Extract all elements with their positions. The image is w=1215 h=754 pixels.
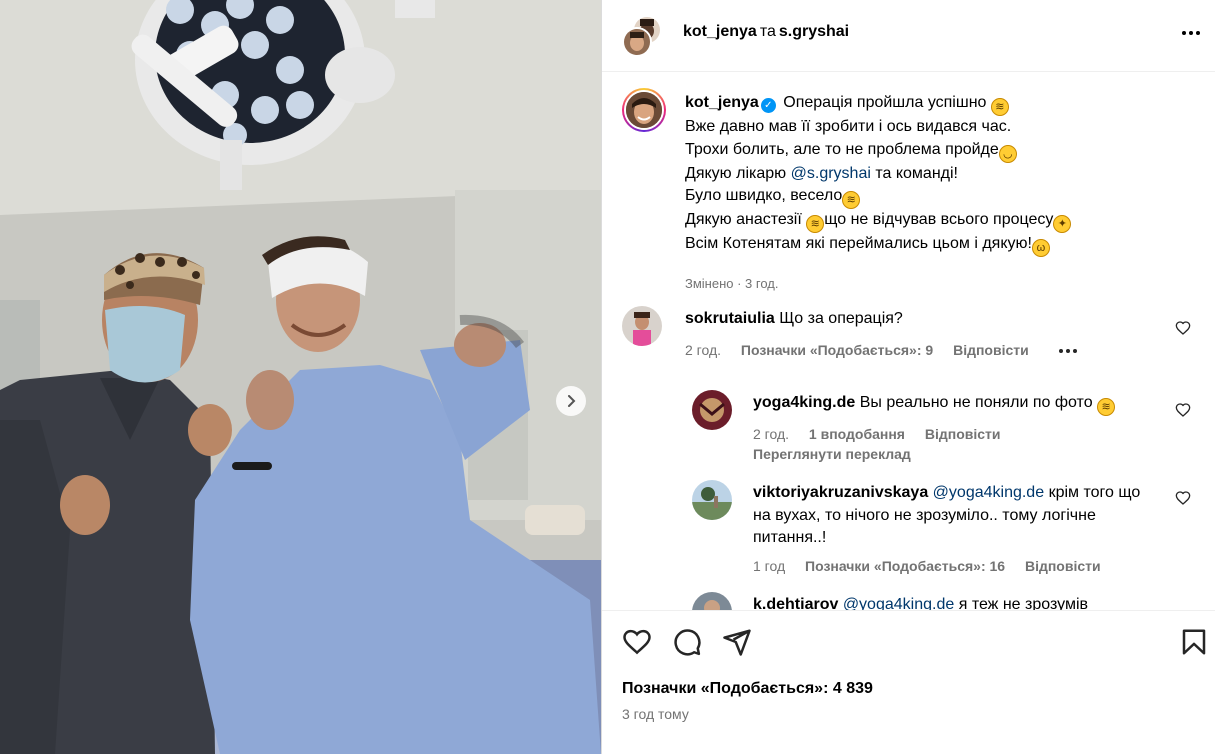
party-emoji-icon: ✦ [1053, 215, 1072, 234]
comment-body: Що за операція? [779, 310, 903, 327]
username-link[interactable]: yoga4king.de [753, 394, 855, 411]
caption-line: та команді! [875, 164, 958, 182]
cat-emoji-icon: ω [1031, 239, 1050, 258]
collab-joiner: та [759, 23, 776, 40]
comment-meta: 2 год. Позначки «Подобається»: 9 Відпові… [685, 342, 1093, 358]
caption-line: Дякую лікарю [685, 164, 787, 182]
laughing-emoji-icon: ≋ [1097, 398, 1116, 416]
caption-meta: Змінено · 3 год. [685, 276, 779, 291]
post-viewer: kot_jenya та s.gryshai kot_jenya ✓ Операція… [0, 0, 1215, 754]
avatar[interactable] [622, 306, 662, 346]
comment-reply: k.dehtiarov @yoga4king.de я теж не зрозу… [692, 592, 1202, 610]
comment-time: 1 год [753, 558, 786, 574]
caption-line: Всім Котенятам які переймались цьом і дя… [685, 235, 1032, 253]
avatar[interactable] [622, 88, 666, 132]
comment-time: 2 год. [685, 342, 722, 358]
username-link[interactable]: kot_jenya [685, 94, 759, 111]
comment-likes-link[interactable]: Позначки «Подобається»: 9 [741, 342, 933, 358]
heart-icon[interactable] [622, 627, 652, 657]
caption-line: що не відчував всього процесу [824, 211, 1054, 229]
username-link[interactable]: k.dehtiarov [753, 596, 838, 610]
comment-body: Вы реально не поняли по фото [859, 394, 1093, 411]
more-horizontal-icon[interactable] [1058, 349, 1077, 354]
reply-button[interactable]: Відповісти [953, 342, 1029, 358]
caption-line: Дякую анастезії [685, 211, 802, 229]
post-timestamp[interactable]: 3 год тому [622, 706, 689, 722]
comments-scroll-area[interactable]: kot_jenya ✓ Операція пройшла успішно ≋ Вж… [602, 72, 1215, 610]
post-details-panel: kot_jenya та s.gryshai kot_jenya ✓ Операція… [601, 0, 1215, 754]
comment: sokrutaiulia Що за операція? 2 год. Позн… [622, 306, 1202, 366]
comment-icon[interactable] [672, 627, 702, 657]
bookmark-icon[interactable] [1179, 627, 1209, 657]
avatar[interactable] [692, 390, 732, 430]
send-icon[interactable] [722, 627, 752, 657]
comment-body: питання..! [753, 529, 827, 547]
more-options-button[interactable] [1178, 20, 1204, 46]
heart-icon[interactable] [1175, 402, 1191, 418]
caption-line: Операція пройшла успішно [783, 94, 987, 111]
comment-reply: viktoriyakruzanivskaya @yoga4king.de крі… [692, 480, 1202, 580]
comment-meta: 1 год Позначки «Подобається»: 16 Відпові… [753, 558, 1117, 574]
username-link[interactable]: sokrutaiulia [685, 310, 775, 327]
avatar[interactable] [692, 592, 732, 610]
comment-reply: yoga4king.de Вы реально не поняли по фот… [692, 390, 1202, 470]
caption-text: kot_jenya ✓ Операція пройшла успішно ≋ Вж… [685, 92, 1185, 258]
caption-line: Вже давно мав її зробити і ось видався ч… [685, 118, 1012, 135]
comment-meta: 2 год. 1 вподобання Відповісти [753, 426, 1017, 442]
mention-link[interactable]: @s.gryshai [791, 165, 871, 182]
comment-text: viktoriyakruzanivskaya @yoga4king.de крі… [753, 482, 1173, 550]
comment-text: sokrutaiulia Що за операція? [685, 308, 903, 331]
avatar[interactable] [692, 480, 732, 520]
mention-link[interactable]: @yoga4king.de [933, 484, 1044, 501]
username-link[interactable]: s.gryshai [779, 23, 849, 40]
post-header: kot_jenya та s.gryshai [602, 0, 1215, 72]
operating-room-photo [0, 0, 601, 754]
heart-icon[interactable] [1175, 490, 1191, 506]
comment-body: крім того що [1048, 484, 1141, 501]
reply-button[interactable]: Відповісти [1025, 558, 1101, 574]
post-actions: Позначки «Подобається»: 4 839 3 год тому [602, 610, 1215, 754]
heart-icon[interactable] [1175, 320, 1191, 336]
comment-text: yoga4king.de Вы реально не поняли по фот… [753, 392, 1116, 416]
collab-usernames: kot_jenya та s.gryshai [683, 23, 849, 41]
caption-line: Було швидко, весело [685, 187, 843, 205]
username-link[interactable]: viktoriyakruzanivskaya [753, 484, 928, 501]
comment-likes-link[interactable]: Позначки «Подобається»: 16 [805, 558, 1005, 574]
more-horizontal-icon [1182, 31, 1186, 35]
verified-badge-icon: ✓ [760, 98, 776, 113]
post-likes-count[interactable]: Позначки «Подобається»: 4 839 [622, 680, 873, 698]
laughing-emoji-icon: ≋ [806, 215, 825, 234]
comment-likes-link[interactable]: 1 вподобання [809, 426, 905, 442]
post-photo[interactable] [0, 0, 601, 754]
translate-link[interactable]: Переглянути переклад [753, 446, 927, 462]
caption-line: Трохи болить, але то не проблема пройде [685, 140, 999, 158]
comment-text: k.dehtiarov @yoga4king.de я теж не зрозу… [753, 594, 1088, 610]
comment-time: 2 год. [753, 426, 790, 442]
comment-body: я теж не зрозумів [958, 596, 1088, 610]
comment-body: на вухах, то нічого не зрозуміло.. тому … [753, 506, 1096, 524]
grinning-emoji-icon: ≋ [990, 98, 1009, 116]
reply-button[interactable]: Відповісти [925, 426, 1001, 442]
mention-link[interactable]: @yoga4king.de [843, 596, 954, 610]
chevron-right-icon [568, 395, 576, 407]
sweat-smile-emoji-icon: ◡ [998, 144, 1017, 163]
username-link[interactable]: kot_jenya [683, 23, 757, 40]
avatar[interactable] [622, 27, 652, 57]
laughing-emoji-icon: ≋ [842, 191, 861, 210]
collab-avatars[interactable] [622, 15, 664, 57]
next-photo-button[interactable] [556, 386, 586, 416]
